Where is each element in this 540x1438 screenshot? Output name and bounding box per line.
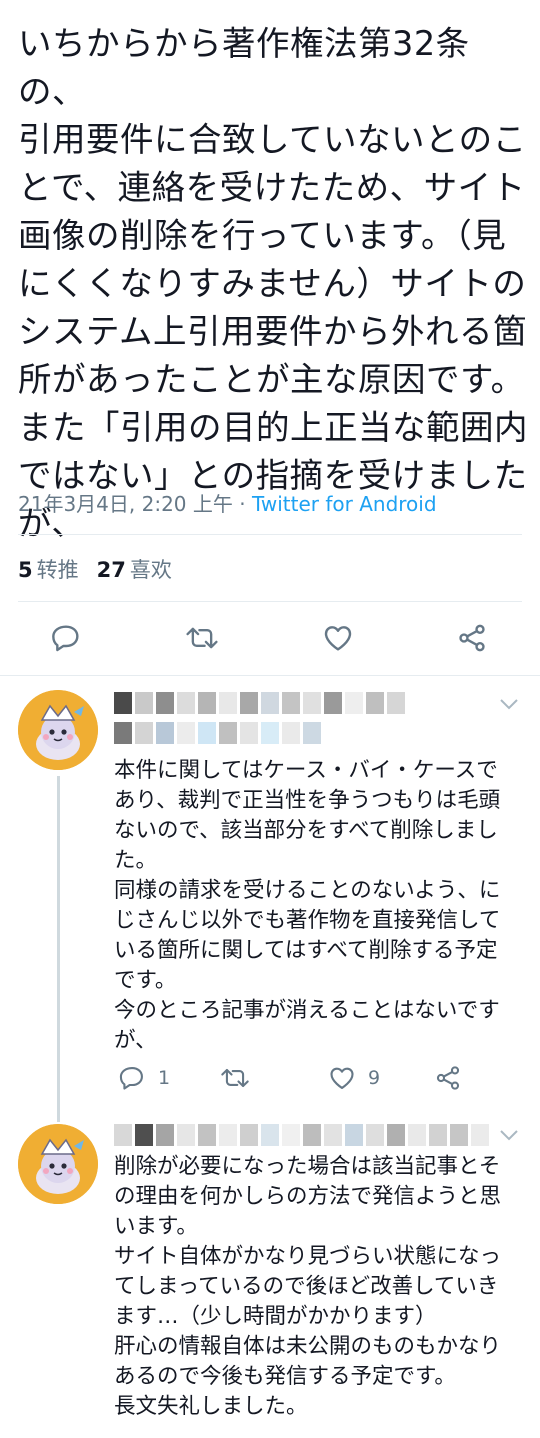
like-button[interactable] — [320, 620, 356, 656]
reply-text: 削除が必要になった場合は該当記事とそ の理由を何かしらの方法で発信ようと思 いま… — [114, 1154, 502, 1419]
like-count: 9 — [368, 1067, 381, 1089]
chevron-down-icon[interactable] — [498, 697, 520, 713]
tweet-text: いちからから著作権法第32条の、 引用要件に合致していないとのこ とで、連絡を受… — [18, 24, 528, 543]
avatar[interactable] — [18, 690, 98, 770]
thread-line — [57, 776, 60, 1122]
reply-text: 本件に関してはケース・バイ・ケースで あり、裁判で正当性を争うつもりは毛頭 ない… — [114, 758, 501, 1053]
tweet-actions-bar — [0, 620, 540, 656]
share-icon — [436, 1066, 460, 1090]
like-icon — [324, 626, 352, 651]
redacted-username — [114, 692, 405, 714]
likes-label: 喜欢 — [129, 558, 172, 582]
avatar[interactable] — [18, 1124, 98, 1204]
like-icon — [330, 1067, 354, 1089]
meta-separator: · — [232, 492, 252, 516]
share-icon — [459, 624, 485, 652]
reply-button[interactable]: 1 — [118, 1064, 170, 1092]
tweet-source-link[interactable]: Twitter for Android — [252, 492, 437, 516]
tweet-stats: 5 转推 27 喜欢 — [18, 554, 172, 584]
redacted-username — [114, 1124, 489, 1146]
retweets-label: 转推 — [36, 558, 79, 582]
redacted-handle — [114, 722, 321, 744]
reply-button[interactable] — [48, 620, 84, 656]
retweet-button[interactable] — [220, 1064, 250, 1092]
divider — [18, 601, 522, 602]
reply-icon — [119, 1067, 143, 1090]
share-button[interactable] — [454, 620, 490, 656]
retweet-icon — [221, 1068, 249, 1088]
tweet-meta: 21年3月4日, 2:20 上午 · Twitter for Android — [18, 488, 437, 517]
tweet-timestamp[interactable]: 21年3月4日, 2:20 上午 — [18, 492, 233, 516]
retweets-stat[interactable]: 5 转推 — [18, 558, 79, 582]
chevron-down-icon[interactable] — [498, 1128, 520, 1144]
mascot-avatar-image — [18, 1124, 98, 1204]
mascot-avatar-image — [18, 690, 98, 770]
divider — [18, 534, 522, 535]
reply-icon — [52, 625, 79, 652]
likes-count: 27 — [96, 558, 126, 582]
retweets-count: 5 — [18, 558, 33, 582]
section-divider — [0, 675, 540, 676]
share-button[interactable] — [434, 1064, 462, 1092]
reply-count: 1 — [158, 1067, 171, 1089]
retweet-button[interactable] — [184, 620, 220, 656]
like-button[interactable]: 9 — [328, 1064, 380, 1092]
likes-stat[interactable]: 27 喜欢 — [97, 558, 172, 582]
retweet-icon — [186, 627, 218, 649]
